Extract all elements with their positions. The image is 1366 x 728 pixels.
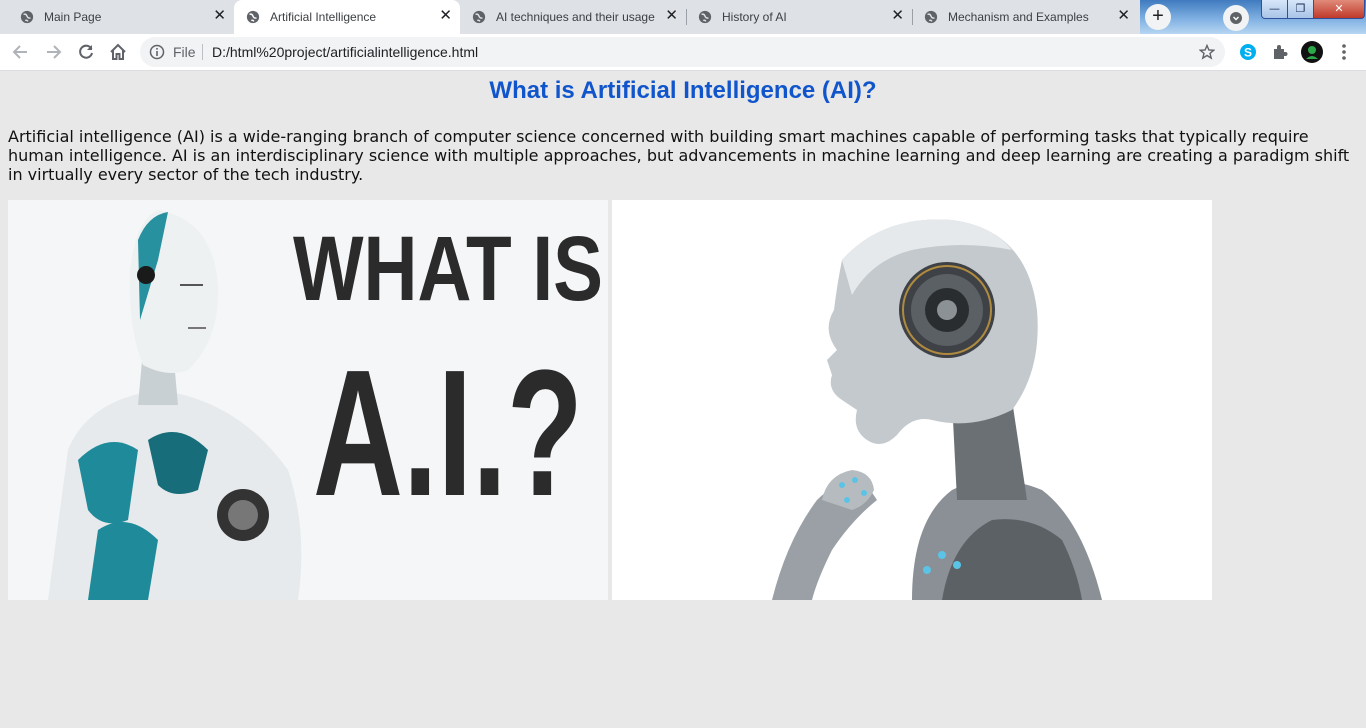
skype-icon[interactable]: S: [1238, 42, 1258, 62]
tab-title: Main Page: [44, 10, 102, 24]
close-icon[interactable]: ✕: [439, 8, 452, 24]
globe-icon: [472, 10, 486, 24]
close-icon[interactable]: ✕: [891, 8, 904, 24]
tab-title: AI techniques and their usage: [496, 10, 655, 24]
scheme-label: File: [173, 44, 196, 60]
thinking-robot-image: [612, 200, 1212, 600]
tab-title: History of AI: [722, 10, 787, 24]
window-close-button[interactable]: ✕: [1313, 0, 1365, 19]
globe-icon: [20, 10, 34, 24]
divider: [202, 44, 203, 60]
tab-mechanism-and-examples[interactable]: Mechanism and Examples ✕: [912, 0, 1138, 34]
tab-search-button[interactable]: [1223, 5, 1249, 31]
tab-main-page[interactable]: Main Page ✕: [8, 0, 234, 34]
what-is-ai-image: WHAT IS A.I.?: [8, 200, 608, 600]
address-bar[interactable]: File D:/html%20project/artificialintelli…: [140, 37, 1225, 67]
close-icon[interactable]: ✕: [665, 8, 678, 24]
tab-strip: Main Page ✕ Artificial Intelligence ✕ AI…: [0, 0, 1366, 34]
robot-illustration: WHAT IS A.I.?: [8, 200, 608, 600]
page-title: What is Artificial Intelligence (AI)?: [489, 77, 877, 104]
star-icon[interactable]: [1199, 44, 1215, 60]
close-icon[interactable]: ✕: [1117, 8, 1130, 24]
image-text-ai: A.I.?: [313, 333, 583, 534]
tab-title: Mechanism and Examples: [948, 10, 1089, 24]
forward-icon[interactable]: [43, 42, 63, 62]
home-icon[interactable]: [108, 42, 128, 62]
extensions-icon[interactable]: [1270, 42, 1290, 62]
tab-history-of-ai[interactable]: History of AI ✕: [686, 0, 913, 34]
page-content: What is Artificial Intelligence (AI)? Ar…: [0, 71, 1366, 728]
thinking-robot-illustration: [612, 200, 1212, 600]
svg-text:S: S: [1244, 46, 1252, 60]
profile-avatar[interactable]: [1301, 41, 1323, 63]
browser-toolbar: File D:/html%20project/artificialintelli…: [0, 34, 1366, 71]
back-icon[interactable]: [11, 42, 31, 62]
chevron-down-icon: [1230, 12, 1242, 24]
globe-icon: [924, 10, 938, 24]
globe-icon: [246, 10, 260, 24]
new-tab-button[interactable]: +: [1145, 4, 1171, 30]
url-text[interactable]: D:/html%20project/artificialintelligence…: [212, 44, 478, 60]
minimize-button[interactable]: —: [1261, 0, 1288, 19]
menu-icon[interactable]: [1334, 42, 1354, 62]
tab-title: Artificial Intelligence: [270, 10, 377, 24]
image-text-what-is: WHAT IS: [293, 218, 603, 320]
intro-paragraph: Artificial intelligence (AI) is a wide-r…: [8, 127, 1350, 184]
tab-ai-techniques[interactable]: AI techniques and their usage ✕: [460, 0, 687, 34]
info-icon[interactable]: [149, 44, 165, 60]
globe-icon: [698, 10, 712, 24]
maximize-button[interactable]: ❐: [1287, 0, 1314, 19]
tab-artificial-intelligence[interactable]: Artificial Intelligence ✕: [234, 0, 460, 34]
reload-icon[interactable]: [76, 42, 96, 62]
close-icon[interactable]: ✕: [213, 8, 226, 24]
